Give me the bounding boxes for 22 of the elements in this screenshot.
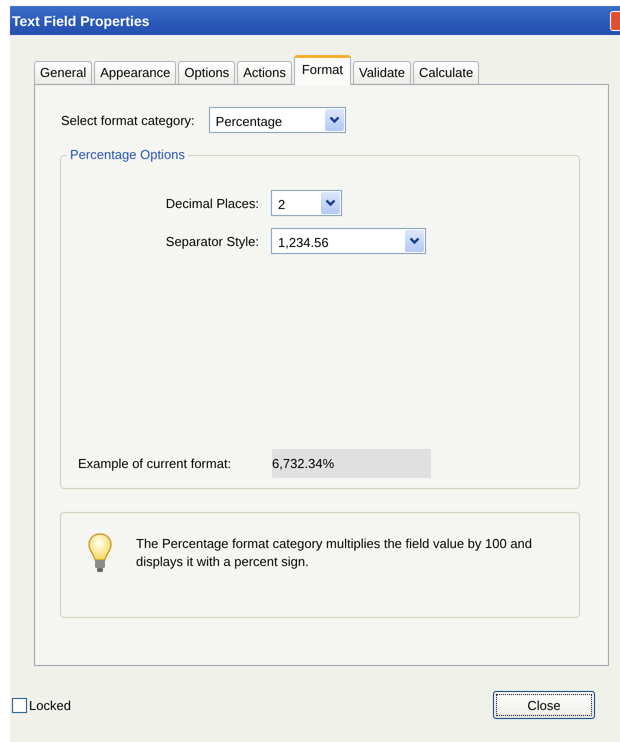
field-label: Separator Style: — [164, 234, 259, 248]
format-category-dropdown[interactable]: Percentage — [208, 107, 346, 133]
tab[interactable]: Format — [294, 55, 351, 85]
info-text: The Percentage format category multiplies the field value by 100 and displays it with a percent sign. — [136, 535, 534, 571]
close-button[interactable]: Close — [493, 691, 595, 719]
window-title: Text Field Properties — [11, 12, 150, 28]
checkbox[interactable] — [12, 698, 27, 712]
tab[interactable]: Validate — [353, 61, 412, 84]
option-dropdown[interactable]: 2 — [271, 190, 342, 216]
tab[interactable]: Appearance — [94, 61, 176, 84]
checkbox-label: Locked — [29, 698, 71, 712]
option-dropdown[interactable]: 1,234.56 — [271, 228, 426, 254]
field-label: Decimal Places: — [164, 196, 259, 210]
example-value: 6,732.34% — [272, 449, 431, 478]
lightbulb-icon — [88, 533, 112, 573]
example-label: Example of current format: — [78, 456, 232, 471]
field-label: Select format category: — [61, 112, 195, 128]
group-title: Percentage Options — [67, 147, 188, 162]
tab[interactable]: Actions — [237, 61, 292, 84]
tab[interactable]: Options — [178, 61, 236, 84]
tab[interactable]: Calculate — [413, 61, 480, 84]
tab[interactable]: General — [34, 61, 92, 84]
